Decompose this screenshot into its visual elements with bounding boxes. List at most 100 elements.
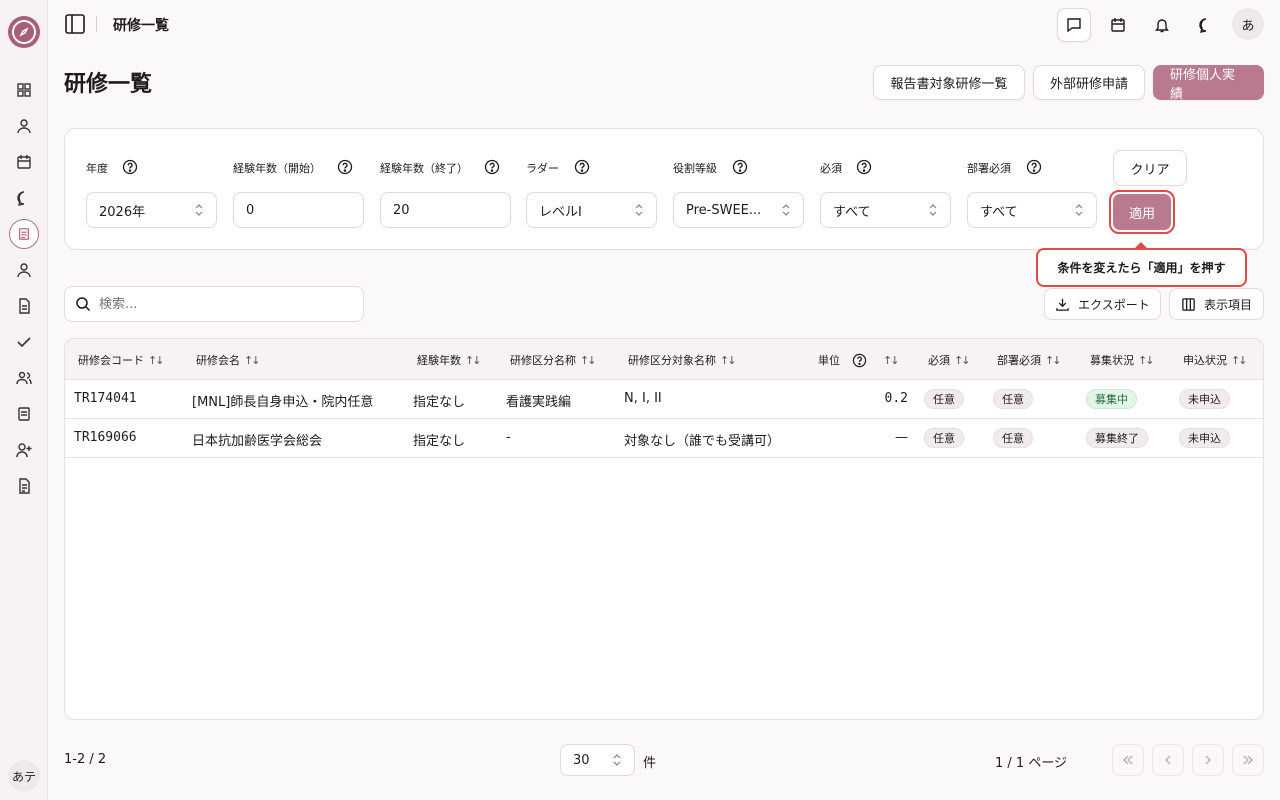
user-icon[interactable] (14, 116, 34, 136)
columns-icon (1181, 297, 1196, 312)
th-exp[interactable]: 経験年数 ↑↓ (417, 352, 482, 368)
search-box[interactable] (64, 286, 364, 322)
sidebar-toggle-icon[interactable] (64, 13, 86, 35)
year-select[interactable]: 2026年 (86, 192, 217, 228)
help-icon[interactable] (856, 159, 872, 175)
topbar: 研修一覧 あ (48, 0, 1280, 48)
add-user-icon[interactable] (14, 440, 34, 460)
th-recruit[interactable]: 募集状況 ↑↓ (1090, 352, 1155, 368)
apply-tooltip: 条件を変えたら「適用」を押す (1036, 248, 1247, 287)
download-icon (1055, 297, 1070, 312)
table-header: 研修会コード ↑↓ 研修会名 ↑↓ 経験年数 ↑↓ 研修区分名称 ↑↓ 研修区分対象名称… (65, 339, 1263, 380)
search-input[interactable] (99, 296, 339, 312)
th-apply[interactable]: 申込状況 ↑↓ (1183, 352, 1248, 368)
personal-record-button[interactable]: 研修個人実績 (1153, 65, 1264, 102)
divider (96, 16, 97, 32)
sort-icon: ↑↓ (148, 353, 165, 367)
recruit-status-badge: 募集中 (1086, 389, 1137, 409)
app-logo-icon[interactable] (8, 16, 40, 48)
dept-required-label: 部署必須 (967, 162, 1011, 175)
help-icon[interactable] (484, 159, 500, 175)
sort-icon: ↑↓ (580, 353, 597, 367)
th-code[interactable]: 研修会コード ↑↓ (78, 352, 165, 368)
help-icon[interactable] (1026, 159, 1042, 175)
check-icon[interactable] (14, 332, 34, 352)
table-row[interactable]: TR174041 [MNL]師長自身申込・院内任意 指定なし 看護実践編 N, … (65, 380, 1263, 419)
user-avatar[interactable]: あテ (8, 760, 40, 792)
required-label: 必須 (820, 162, 842, 175)
th-target[interactable]: 研修区分対象名称 ↑↓ (628, 352, 737, 368)
per-page-select[interactable]: 30 (560, 744, 635, 776)
training-table: 研修会コード ↑↓ 研修会名 ↑↓ 経験年数 ↑↓ 研修区分名称 ↑↓ 研修区分対象名称… (64, 338, 1264, 720)
dashboard-icon[interactable] (14, 80, 34, 100)
first-page-button[interactable] (1112, 744, 1144, 776)
ladder-label: ラダー (526, 162, 559, 175)
search-icon (75, 296, 91, 312)
exp-end-label: 経験年数（終了） (380, 162, 468, 175)
topbar-title: 研修一覧 (113, 18, 169, 34)
calendar-button[interactable] (1101, 8, 1135, 42)
export-button[interactable]: エクスポート (1044, 288, 1161, 320)
users-icon[interactable] (14, 368, 34, 388)
exp-start-label: 経験年数（開始） (233, 162, 321, 175)
exp-start-input[interactable]: 0 (233, 192, 364, 228)
th-category[interactable]: 研修区分名称 ↑↓ (510, 352, 597, 368)
report-target-button[interactable]: 報告書対象研修一覧 (873, 65, 1025, 100)
page-info: 1 / 1 ページ (995, 756, 1068, 771)
feedback-button[interactable] (1057, 8, 1091, 42)
sort-icon: ↑↓ (1045, 353, 1062, 367)
next-page-button[interactable] (1192, 744, 1224, 776)
required-select[interactable]: すべて (820, 192, 951, 228)
help-icon (852, 353, 867, 368)
sort-icon: ↑↓ (1138, 353, 1155, 367)
help-icon[interactable] (337, 159, 353, 175)
document-icon[interactable] (14, 296, 34, 316)
ladder-select[interactable]: レベルI (526, 192, 657, 228)
chevron-updown-icon (1074, 203, 1084, 217)
prev-page-button[interactable] (1152, 744, 1184, 776)
chat-icon[interactable] (14, 188, 34, 208)
help-icon[interactable] (574, 159, 590, 175)
exp-end-input[interactable]: 20 (380, 192, 511, 228)
chevron-updown-icon (194, 203, 204, 217)
th-dept-required[interactable]: 部署必須 ↑↓ (997, 352, 1062, 368)
page-title: 研修一覧 (64, 72, 153, 97)
help-icon[interactable] (732, 159, 748, 175)
columns-button[interactable]: 表示項目 (1169, 288, 1264, 320)
filter-panel: 年度 2026年 経験年数（開始） 0 経験年数（終了） 20 ラダー レベルI… (64, 128, 1264, 250)
table-row[interactable]: TR169066 日本抗加齢医学会総会 指定なし - 対象なし（誰でも受講可） … (65, 419, 1263, 458)
list-icon[interactable] (14, 404, 34, 424)
grade-select[interactable]: Pre-SWEE... (673, 192, 804, 228)
chevron-updown-icon (928, 203, 938, 217)
help-icon[interactable] (122, 159, 138, 175)
th-name[interactable]: 研修会名 ↑↓ (196, 352, 261, 368)
recruit-status-badge: 募集終了 (1086, 428, 1148, 448)
chevron-updown-icon (612, 753, 622, 767)
dept-required-select[interactable]: すべて (967, 192, 1097, 228)
profile-icon[interactable] (14, 260, 34, 280)
sort-icon: ↑↓ (720, 353, 737, 367)
external-training-button[interactable]: 外部研修申請 (1033, 65, 1145, 100)
apply-button[interactable]: 適用 (1113, 194, 1171, 230)
per-page-unit: 件 (643, 756, 657, 771)
left-rail: あテ (0, 0, 48, 800)
apply-status-badge: 未申込 (1179, 389, 1230, 409)
message-icon[interactable] (1189, 8, 1223, 42)
th-unit[interactable]: 単位 ↑↓ (818, 352, 900, 368)
calendar-icon[interactable] (14, 152, 34, 172)
file-icon[interactable] (14, 476, 34, 496)
grade-label: 役割等級 (673, 162, 717, 175)
last-page-button[interactable] (1232, 744, 1264, 776)
chevron-updown-icon (634, 203, 644, 217)
clear-button[interactable]: クリア (1113, 150, 1187, 186)
topbar-avatar[interactable]: あ (1232, 8, 1264, 40)
year-label: 年度 (86, 162, 108, 175)
record-count: 1-2 / 2 (64, 752, 107, 767)
dept-required-badge: 任意 (993, 389, 1033, 409)
bell-icon[interactable] (1145, 8, 1179, 42)
th-required[interactable]: 必須 ↑↓ (928, 352, 971, 368)
sort-icon: ↑↓ (883, 353, 900, 367)
dept-required-badge: 任意 (993, 428, 1033, 448)
sort-icon: ↑↓ (465, 353, 482, 367)
training-icon[interactable] (9, 219, 39, 249)
